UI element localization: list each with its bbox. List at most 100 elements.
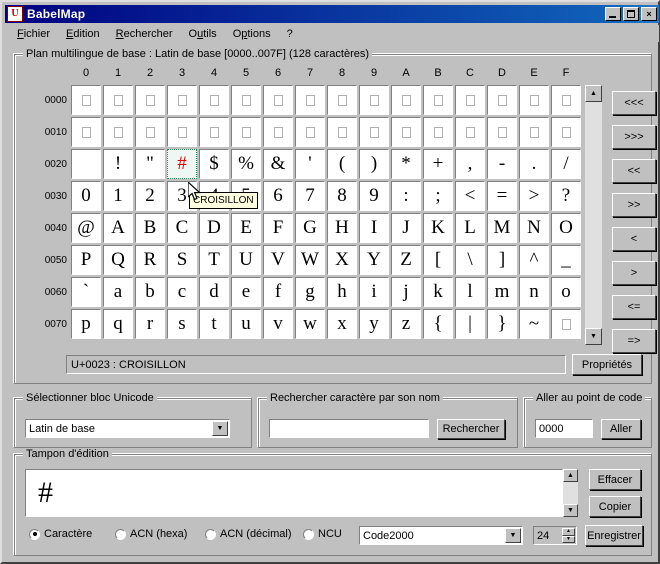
character-cell[interactable]: [295, 85, 325, 115]
character-cell[interactable]: [455, 117, 485, 147]
character-cell[interactable]: [359, 117, 389, 147]
font-size-spin-buttons[interactable]: ▲ ▼: [562, 528, 575, 543]
maximize-button[interactable]: [623, 7, 639, 21]
character-cell[interactable]: r: [135, 309, 165, 339]
properties-button[interactable]: Propriétés: [572, 354, 642, 375]
clear-button[interactable]: Effacer: [589, 469, 641, 490]
character-cell[interactable]: [231, 85, 261, 115]
buffer-scroll-up-icon[interactable]: ▲: [563, 469, 578, 482]
character-cell[interactable]: 7: [295, 181, 325, 211]
character-cell[interactable]: A: [103, 213, 133, 243]
nav-next-block-button[interactable]: >>: [612, 193, 656, 217]
character-cell[interactable]: n: [519, 277, 549, 307]
nav-prev-row-button[interactable]: <=: [612, 295, 656, 319]
buffer-scroll-down-icon[interactable]: ▼: [563, 504, 578, 517]
character-cell[interactable]: 1: [103, 181, 133, 211]
character-cell[interactable]: [71, 149, 101, 179]
character-cell[interactable]: I: [359, 213, 389, 243]
character-cell[interactable]: W: [295, 245, 325, 275]
font-select-combo[interactable]: Code2000 ▼: [359, 526, 523, 545]
character-cell[interactable]: g: [295, 277, 325, 307]
character-cell[interactable]: ': [295, 149, 325, 179]
goto-input[interactable]: 0000: [535, 419, 593, 438]
character-cell[interactable]: V: [263, 245, 293, 275]
character-cell[interactable]: L: [455, 213, 485, 243]
character-cell[interactable]: z: [391, 309, 421, 339]
character-cell[interactable]: K: [423, 213, 453, 243]
character-cell[interactable]: ": [135, 149, 165, 179]
character-cell[interactable]: S: [167, 245, 197, 275]
mode-acn-hexa-radio[interactable]: ACN (hexa): [115, 528, 187, 540]
character-cell[interactable]: [135, 117, 165, 147]
menu-edition[interactable]: Edition: [58, 27, 108, 41]
character-cell[interactable]: ^: [519, 245, 549, 275]
character-cell[interactable]: O: [551, 213, 581, 243]
edit-buffer-textarea[interactable]: #: [25, 469, 563, 517]
menu-help[interactable]: ?: [279, 27, 301, 41]
character-cell[interactable]: !: [103, 149, 133, 179]
font-size-stepper[interactable]: 24 ▲ ▼: [533, 526, 577, 545]
character-cell[interactable]: [231, 117, 261, 147]
character-cell[interactable]: x: [327, 309, 357, 339]
character-cell[interactable]: [167, 117, 197, 147]
character-cell[interactable]: M: [487, 213, 517, 243]
minimize-button[interactable]: [605, 7, 621, 21]
character-cell[interactable]: J: [391, 213, 421, 243]
character-cell[interactable]: {: [423, 309, 453, 339]
character-cell[interactable]: H: [327, 213, 357, 243]
scroll-down-icon[interactable]: ▼: [585, 328, 602, 345]
character-cell[interactable]: d: [199, 277, 229, 307]
character-cell[interactable]: .: [519, 149, 549, 179]
character-cell[interactable]: @: [71, 213, 101, 243]
character-cell[interactable]: 9: [359, 181, 389, 211]
search-input[interactable]: [269, 419, 429, 438]
character-cell[interactable]: [71, 117, 101, 147]
character-cell[interactable]: Y: [359, 245, 389, 275]
character-cell[interactable]: N: [519, 213, 549, 243]
character-cell[interactable]: (: [327, 149, 357, 179]
character-cell[interactable]: e: [231, 277, 261, 307]
mode-ncu-radio[interactable]: NCU: [303, 528, 342, 540]
mode-caractere-radio[interactable]: Caractère: [29, 528, 92, 540]
font-chevron-down-icon[interactable]: ▼: [505, 528, 521, 543]
character-cell[interactable]: <: [455, 181, 485, 211]
character-cell[interactable]: i: [359, 277, 389, 307]
character-cell[interactable]: D: [199, 213, 229, 243]
character-cell[interactable]: *: [391, 149, 421, 179]
character-cell[interactable]: :: [391, 181, 421, 211]
menu-options[interactable]: Options: [225, 27, 279, 41]
character-cell[interactable]: j: [391, 277, 421, 307]
chevron-down-icon[interactable]: ▼: [212, 421, 228, 436]
character-cell[interactable]: >: [519, 181, 549, 211]
character-cell[interactable]: /: [551, 149, 581, 179]
character-cell[interactable]: ;: [423, 181, 453, 211]
character-cell[interactable]: Z: [391, 245, 421, 275]
character-cell[interactable]: m: [487, 277, 517, 307]
scroll-up-icon[interactable]: ▲: [585, 85, 602, 102]
character-cell[interactable]: [295, 117, 325, 147]
character-cell[interactable]: ): [359, 149, 389, 179]
character-cell[interactable]: ~: [519, 309, 549, 339]
character-cell[interactable]: [263, 117, 293, 147]
character-cell[interactable]: k: [423, 277, 453, 307]
nav-next-page-button[interactable]: >: [612, 261, 656, 285]
character-cell[interactable]: s: [167, 309, 197, 339]
character-cell[interactable]: T: [199, 245, 229, 275]
character-cell[interactable]: -: [487, 149, 517, 179]
character-cell[interactable]: t: [199, 309, 229, 339]
character-cell[interactable]: c: [167, 277, 197, 307]
character-cell[interactable]: [391, 85, 421, 115]
character-cell[interactable]: &: [263, 149, 293, 179]
buffer-scrollbar[interactable]: ▲ ▼: [563, 469, 578, 517]
character-cell[interactable]: +: [423, 149, 453, 179]
character-cell[interactable]: |: [455, 309, 485, 339]
character-cell[interactable]: [551, 309, 581, 339]
grid-scrollbar[interactable]: ▲ ▼: [585, 85, 602, 345]
character-cell[interactable]: [519, 85, 549, 115]
nav-prev-page-button[interactable]: <: [612, 227, 656, 251]
character-cell[interactable]: P: [71, 245, 101, 275]
character-cell[interactable]: X: [327, 245, 357, 275]
scroll-track[interactable]: [585, 102, 602, 328]
nav-last-block-button[interactable]: >>>: [612, 125, 656, 149]
character-cell[interactable]: 6: [263, 181, 293, 211]
